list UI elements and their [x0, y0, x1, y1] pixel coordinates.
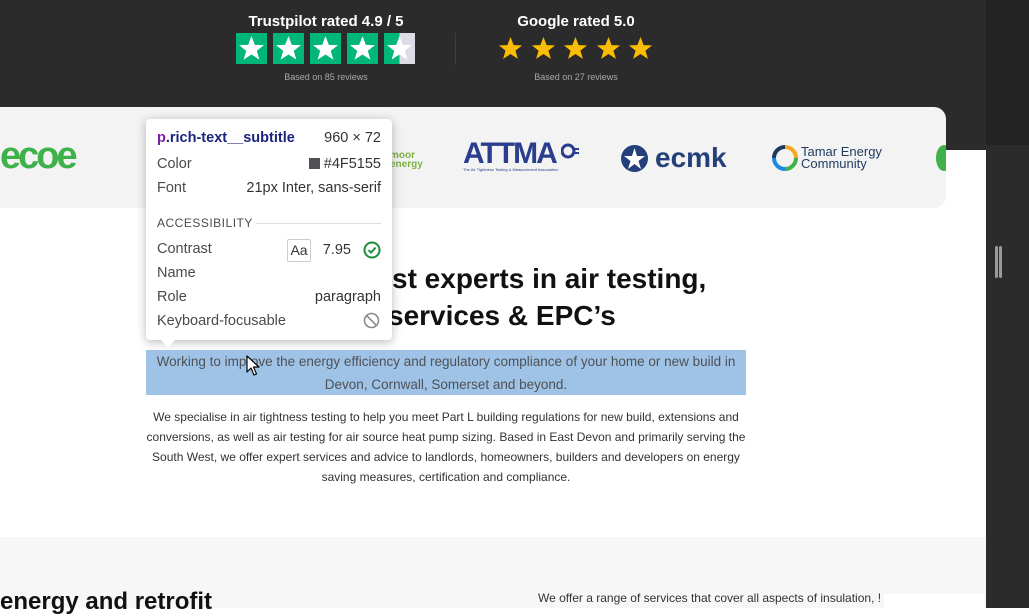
lower-white-panel: [884, 594, 984, 608]
inspector-section-rule: [256, 223, 381, 224]
page-heading-line2: services & EPC’s: [388, 300, 616, 331]
google-review-count: Based on 27 reviews: [534, 72, 618, 82]
tamar-logo-line2: Community: [801, 156, 867, 171]
inspector-contrast-label: Contrast: [157, 241, 212, 257]
check-circle-icon: [363, 241, 381, 264]
color-swatch: [308, 158, 320, 169]
google-star-icon: [529, 34, 558, 63]
ecmk-star-icon: [620, 144, 649, 178]
inspector-color-value: #4F5155: [308, 156, 381, 172]
inspector-name-label: Name: [157, 265, 196, 281]
services-intro-text: We offer a range of services that cover …: [538, 591, 882, 605]
contrast-sample: Aa: [287, 239, 311, 262]
google-star-icon: [594, 34, 623, 63]
trustpilot-review-count: Based on 85 reviews: [284, 72, 368, 82]
trustpilot-star-icon: [236, 33, 267, 64]
google-star-icon: [561, 34, 590, 63]
contrast-ratio: 7.95: [322, 242, 351, 258]
inspector-color-hex: #4F5155: [323, 156, 381, 172]
moor-energy-logo-line2: energy: [390, 159, 423, 170]
attma-logo: ATTMA: [463, 137, 579, 171]
moor-energy-logo: moor energy: [390, 151, 423, 170]
tamar-energy-logo: Tamar Energy Community: [801, 145, 882, 171]
ecmk-logo: ecmk: [655, 142, 727, 173]
google-star-icon: [626, 34, 655, 63]
intro-paragraph: We specialise in air tightness testing t…: [146, 410, 746, 484]
inspector-role-value: paragraph: [314, 289, 381, 305]
inspector-class: .rich-text__subtitle: [165, 130, 295, 146]
page-heading-line1: st experts in air testing,: [392, 263, 707, 294]
inspector-keyboard-label: Keyboard-focusable: [157, 313, 286, 329]
inspector-selector: p.rich-text__subtitle: [157, 130, 295, 146]
ratings-divider: [455, 33, 456, 65]
not-allowed-icon: [363, 312, 380, 334]
inspector-accessibility-heading: ACCESSIBILITY: [157, 216, 253, 230]
inspector-dimensions: 960 × 72: [324, 130, 381, 146]
trustpilot-rating-title: Trustpilot rated 4.9 / 5: [248, 13, 404, 30]
scrollbar-top: [986, 0, 1029, 145]
trustpilot-star-icon: [384, 33, 415, 64]
tamar-ring-icon: [772, 145, 798, 176]
rich-text-subtitle: Working to improve the energy efficiency…: [156, 354, 736, 392]
scrollbar-grip[interactable]: [999, 246, 1002, 278]
inspector-role-label: Role: [157, 289, 187, 305]
partner-logos-strip: ecoe moor energy ATTMA The Air Tightness…: [0, 107, 946, 208]
attma-logo-tagline: The Air Tightness Testing & Measurement …: [463, 167, 559, 172]
attma-logo-text: ATTMA: [463, 137, 557, 170]
mouse-pointer-icon: [246, 355, 260, 382]
section-heading: energy and retrofit: [0, 588, 213, 615]
partial-logo: [936, 145, 946, 171]
google-rating-title: Google rated 5.0: [517, 13, 635, 30]
inspector-tag: p: [157, 130, 166, 146]
trustpilot-star-icon: [347, 33, 378, 64]
scrollbar-grip[interactable]: [995, 246, 998, 278]
trustpilot-star-icon: [273, 33, 304, 64]
inspector-color-label: Color: [157, 156, 192, 172]
inspector-tooltip: p.rich-text__subtitle 960 × 72 Color #4F…: [146, 119, 392, 340]
attma-plug-icon: [560, 143, 579, 159]
inspector-font-value: 21px Inter, sans-serif: [246, 180, 381, 196]
google-star-icon: [496, 34, 525, 63]
ecoe-logo: ecoe: [0, 135, 78, 177]
inspector-tooltip-arrow: [160, 339, 176, 347]
trustpilot-star-icon: [310, 33, 341, 64]
inspector-font-label: Font: [157, 180, 187, 196]
